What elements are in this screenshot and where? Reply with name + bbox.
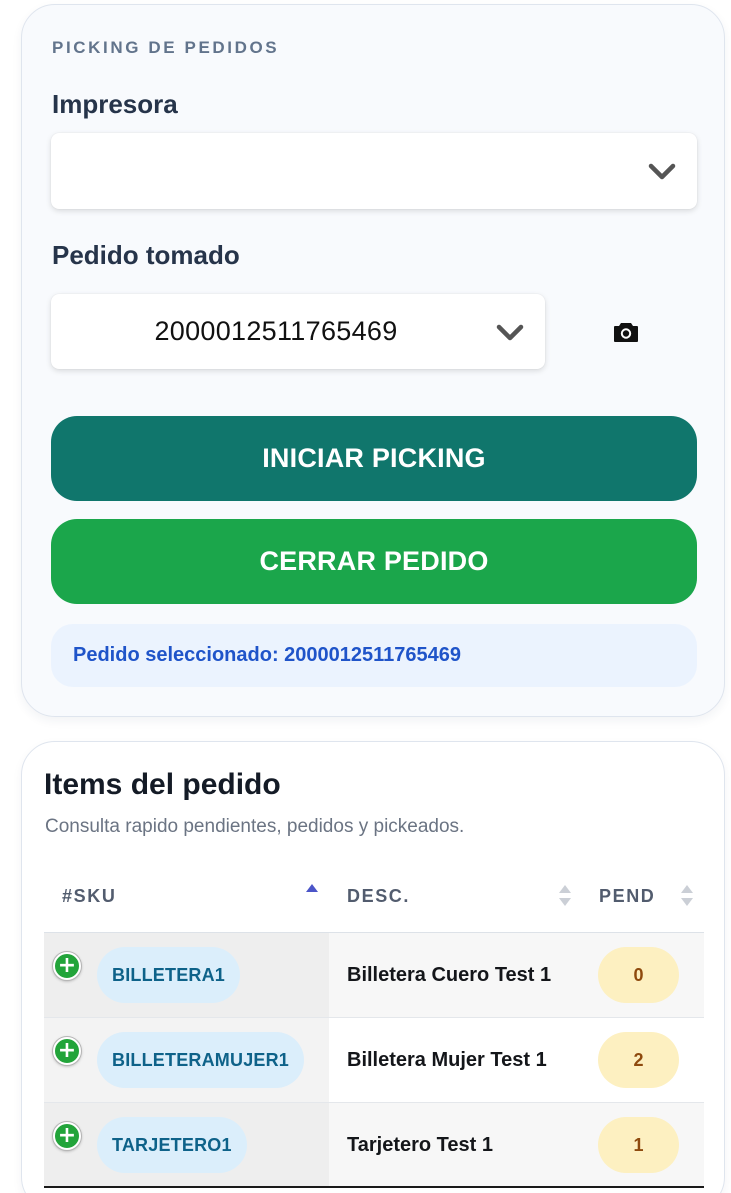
item-description: Billetera Mujer Test 1 xyxy=(347,1049,547,1071)
plus-circle-icon[interactable]: + xyxy=(53,1037,81,1065)
table-header: #SKU DESC. PEND xyxy=(44,856,704,933)
item-description: Tarjetero Test 1 xyxy=(347,1134,493,1156)
pending-badge: 2 xyxy=(598,1032,679,1088)
chevron-down-icon xyxy=(496,324,524,342)
table-row[interactable]: + BILLETERA1 Billetera Cuero Test 1 0 xyxy=(44,933,704,1018)
table-row[interactable]: + BILLETERAMUJER1 Billetera Mujer Test 1… xyxy=(44,1018,704,1103)
selected-order-info: Pedido seleccionado: 2000012511765469 xyxy=(51,624,697,687)
sku-badge: BILLETERAMUJER1 xyxy=(97,1032,305,1088)
sku-badge: BILLETERA1 xyxy=(97,947,241,1003)
printer-label: Impresora xyxy=(52,89,178,119)
sort-icon[interactable] xyxy=(558,882,572,910)
order-label: Pedido tomado xyxy=(52,240,240,270)
table-row[interactable]: + TARJETERO1 Tarjetero Test 1 1 xyxy=(44,1103,704,1188)
pending-badge: 1 xyxy=(598,1117,679,1173)
order-select[interactable]: 2000012511765469 xyxy=(51,294,545,369)
sort-asc-icon[interactable] xyxy=(305,882,319,910)
picking-panel: PICKING DE PEDIDOS Impresora Pedido toma… xyxy=(21,4,725,717)
column-header-pend[interactable]: PEND xyxy=(599,886,655,907)
column-header-sku[interactable]: #SKU xyxy=(62,886,116,907)
close-order-button[interactable]: CERRAR PEDIDO xyxy=(51,519,697,604)
chevron-down-icon xyxy=(648,163,676,181)
order-select-value: 2000012511765469 xyxy=(154,316,398,346)
printer-select[interactable] xyxy=(51,133,697,209)
items-title: Items del pedido xyxy=(44,768,281,801)
items-table: #SKU DESC. PEND + BILLETERA1 Billetera C… xyxy=(44,856,704,1188)
plus-circle-icon[interactable]: + xyxy=(53,1122,81,1150)
sort-icon[interactable] xyxy=(680,882,694,910)
item-description: Billetera Cuero Test 1 xyxy=(347,964,552,986)
panel-eyebrow: PICKING DE PEDIDOS xyxy=(52,38,280,57)
sku-badge: TARJETERO1 xyxy=(97,1117,247,1173)
pending-badge: 0 xyxy=(598,947,679,1003)
items-subtitle: Consulta rapido pendientes, pedidos y pi… xyxy=(45,816,465,837)
column-header-desc[interactable]: DESC. xyxy=(347,886,410,907)
start-picking-button[interactable]: INICIAR PICKING xyxy=(51,416,697,501)
camera-icon[interactable] xyxy=(613,321,639,343)
plus-circle-icon[interactable]: + xyxy=(53,952,81,980)
order-items-card: Items del pedido Consulta rapido pendien… xyxy=(21,741,725,1193)
